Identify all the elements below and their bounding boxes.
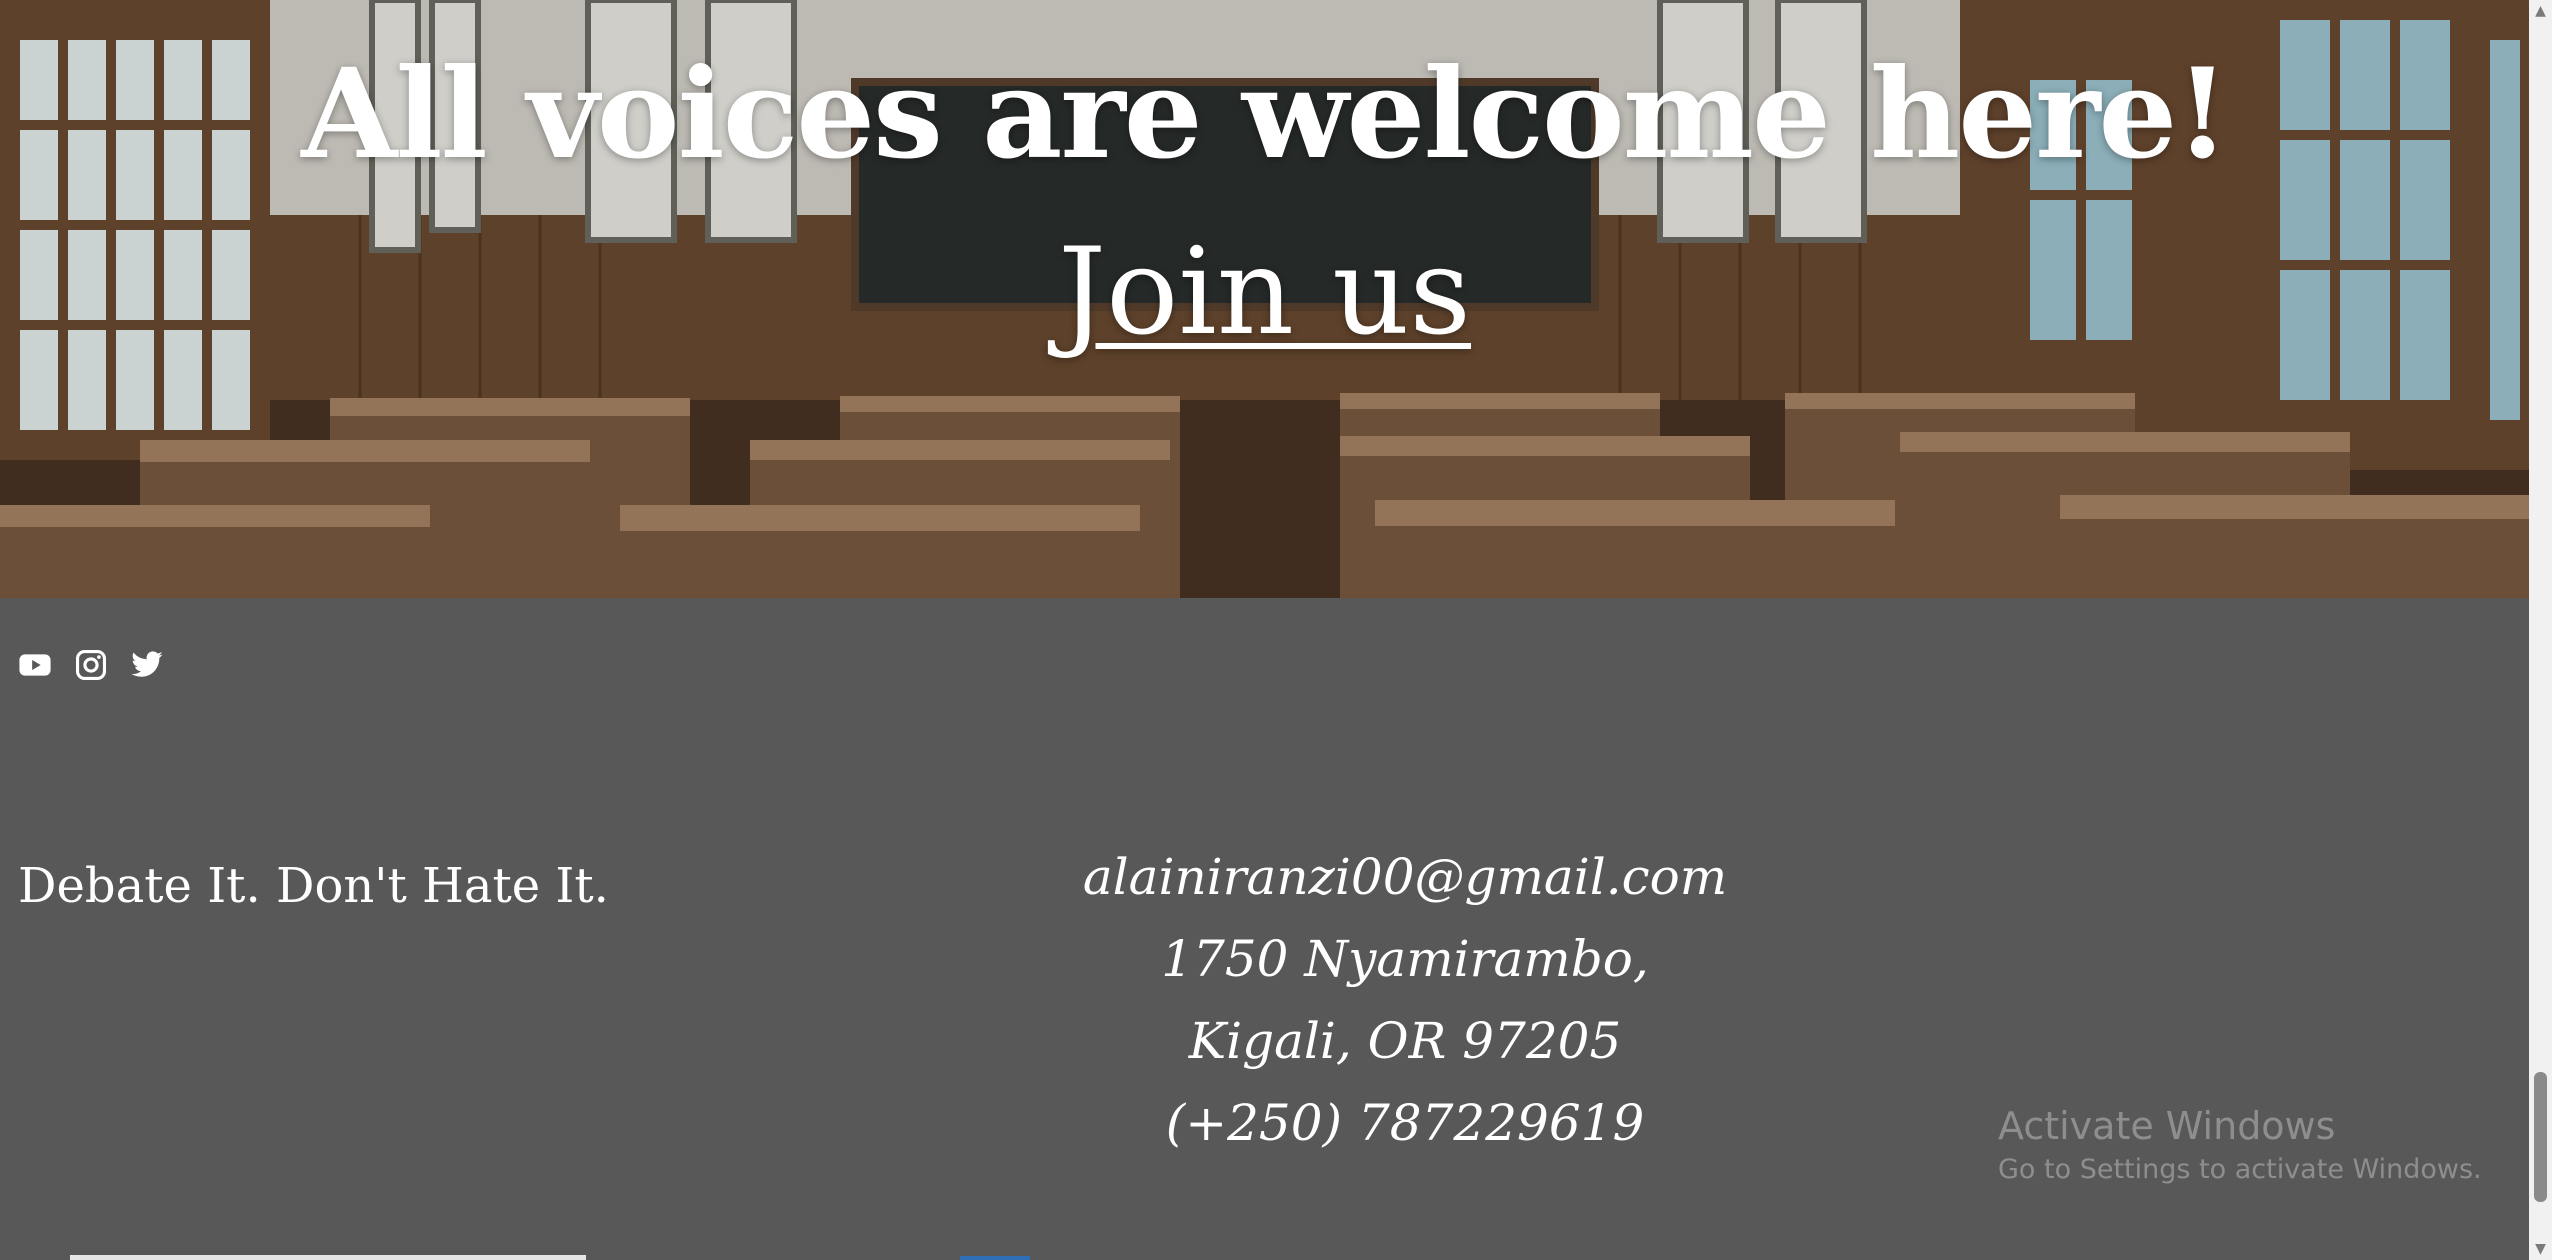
scroll-up-arrow-icon[interactable]: ▲ (2529, 0, 2552, 22)
footer-tagline: Debate It. Don't Hate It. (18, 858, 609, 914)
email-link[interactable]: alainiranzi00@gmail.com (1083, 848, 1727, 906)
instagram-icon[interactable] (74, 648, 108, 682)
activate-windows-title: Activate Windows (1998, 1104, 2336, 1148)
activate-windows-subtitle: Go to Settings to activate Windows. (1998, 1154, 2482, 1185)
youtube-icon[interactable] (18, 648, 52, 682)
vertical-scrollbar[interactable]: ▲ ▼ (2529, 0, 2552, 1260)
hero-section: All voices are welcome here! Join us (0, 0, 2529, 598)
bottom-accent-bar (960, 1256, 1030, 1260)
page: All voices are welcome here! Join us Deb… (0, 0, 2552, 1260)
bottom-divider (70, 1255, 586, 1260)
activate-windows-watermark: Activate Windows Go to Settings to activ… (1998, 1102, 2482, 1190)
twitter-icon[interactable] (130, 648, 164, 682)
footer: Debate It. Don't Hate It. alainiranzi00@… (0, 598, 2529, 1260)
hero-heading: All voices are welcome here! (301, 42, 2230, 187)
scrollbar-thumb[interactable] (2534, 1072, 2547, 1202)
contact-info: alainiranzi00@gmail.com 1750 Nyamirambo,… (1000, 836, 1810, 1164)
social-links (18, 648, 164, 682)
address-line-2: Kigali, OR 97205 (1188, 1012, 1622, 1070)
phone-number: (+250) 787229619 (1165, 1094, 1645, 1152)
join-us-link[interactable]: Join us (0, 218, 2529, 368)
scroll-down-arrow-icon[interactable]: ▼ (2529, 1238, 2552, 1260)
address-line-1: 1750 Nyamirambo, (1161, 930, 1649, 988)
